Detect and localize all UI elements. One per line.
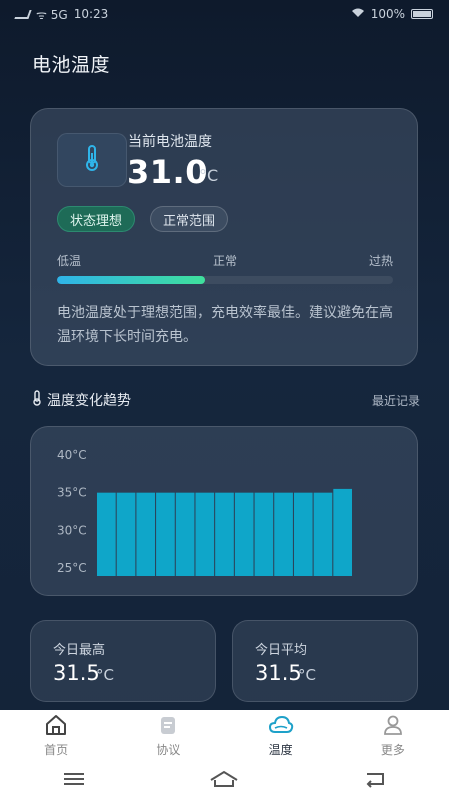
current-temp-unit: °C [199, 166, 219, 185]
temp-level-fill [57, 276, 205, 284]
trend-chart: 40°C 35°C 30°C 25°C [57, 448, 352, 576]
scale-high-label: 过热 [368, 254, 393, 268]
chart-column [234, 492, 254, 576]
tab-more-label: 更多 [380, 743, 405, 757]
trend-title-group: 温度变化趋势 [32, 390, 131, 410]
wifi-icon [351, 7, 365, 21]
tab-agreement[interactable]: 协议 [128, 714, 208, 758]
tab-temperature-label: 温度 [268, 743, 293, 757]
trend-chart-card: 40°C 35°C 30°C 25°C [30, 426, 418, 596]
temp-level-bar [57, 276, 393, 284]
y-tick-label: 30°C [57, 523, 87, 537]
system-nav-bar [0, 762, 449, 800]
tab-home-label: 首页 [44, 743, 69, 757]
chart-column [116, 492, 136, 576]
today-high-card: 今日最高 31.5 °C [30, 620, 216, 702]
network-text: ᯤ 5G [36, 7, 68, 22]
scale-normal-label: 正常 [212, 254, 237, 268]
chart-column [274, 492, 293, 576]
home-nav-icon[interactable] [209, 770, 239, 792]
battery-percent: 100% [370, 7, 405, 21]
recent-records-link[interactable]: 最近记录 [372, 392, 420, 409]
signal-icon [14, 9, 32, 19]
today-avg-card: 今日平均 31.5 °C [232, 620, 418, 702]
chart-column [254, 492, 274, 576]
chart-column [293, 492, 313, 576]
status-bar: ᯤ 5G 10:23 100% [0, 0, 449, 28]
today-high-value: 31.5 [53, 661, 100, 685]
chart-column [175, 492, 195, 576]
tab-temperature[interactable]: 温度 [241, 714, 321, 758]
user-icon [381, 714, 405, 739]
back-icon[interactable] [363, 770, 387, 792]
y-tick-label: 35°C [57, 486, 87, 500]
today-high-unit: °C [96, 666, 114, 684]
tab-more[interactable]: 更多 [353, 714, 433, 758]
menu-icon[interactable] [62, 771, 86, 791]
tab-agreement-label: 协议 [156, 743, 181, 757]
chart-column [215, 492, 234, 576]
tab-home[interactable]: 首页 [16, 714, 96, 758]
scale-low-label: 低温 [57, 254, 82, 268]
status-left: ᯤ 5G 10:23 [14, 6, 109, 23]
trend-section-header: 温度变化趋势 最近记录 [32, 390, 420, 410]
today-avg-value: 31.5 [255, 661, 302, 685]
page-title: 电池温度 [32, 54, 111, 76]
document-icon [156, 714, 180, 739]
chart-column [97, 492, 116, 576]
status-badge: 状态理想 [57, 206, 136, 232]
today-high-label: 今日最高 [53, 643, 106, 658]
bottom-tab-bar: 首页 协议 温度 更多 [0, 710, 449, 762]
range-badge: 正常范围 [150, 206, 229, 232]
today-avg-label: 今日平均 [255, 643, 308, 658]
y-tick-label: 40°C [57, 448, 87, 462]
current-temp-card: 当前电池温度 31.0 °C 状态理想 正常范围 低温 正常 过热 电池温度处于… [30, 108, 418, 366]
current-temp-label: 当前电池温度 [128, 134, 212, 150]
current-temp-value: 31.0 [127, 153, 208, 191]
chart-column [333, 488, 352, 576]
chart-column [136, 492, 156, 576]
thermometer-icon-box [57, 133, 127, 187]
thermometer-icon [32, 390, 42, 410]
chart-column [313, 492, 333, 576]
thermometer-icon [84, 144, 100, 176]
y-tick-label: 25°C [57, 561, 87, 575]
chart-column [195, 492, 215, 576]
clock: 10:23 [73, 7, 109, 21]
cloud-icon [268, 714, 294, 739]
home-icon [44, 714, 68, 739]
temp-scale-labels: 低温 正常 过热 [57, 252, 393, 269]
today-avg-unit: °C [298, 666, 316, 684]
trend-title: 温度变化趋势 [47, 393, 131, 409]
battery-icon [411, 9, 433, 19]
temp-description: 电池温度处于理想范围，充电效率最佳。建议避免在高温环境下长时间充电。 [57, 305, 393, 345]
status-right: 100% [351, 7, 433, 21]
chart-column [156, 492, 175, 576]
